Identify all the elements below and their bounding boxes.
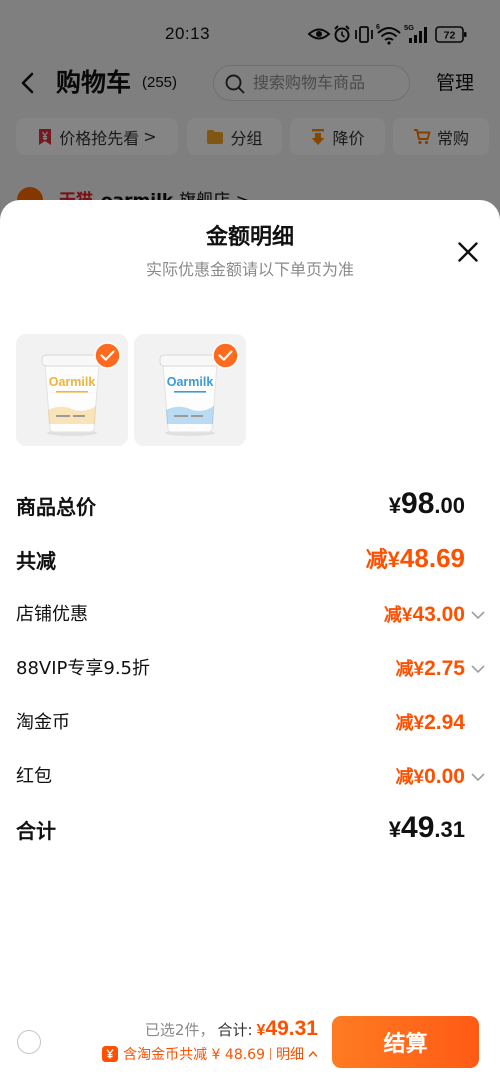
row-value: 减¥43.00 xyxy=(383,603,465,626)
coin-discount-text: 含淘金币共减 ¥ 48.69 xyxy=(123,1047,265,1063)
selected-check-icon xyxy=(94,342,121,369)
row-label: 共减 xyxy=(16,549,56,573)
row-total-discount: 共减 减¥48.69 xyxy=(16,541,485,581)
product-logo: Oarmilk xyxy=(167,375,214,389)
total-value: 49.31 xyxy=(265,1017,318,1040)
row-grand-total: 合计 ¥49.31 xyxy=(16,811,485,851)
close-icon[interactable] xyxy=(456,240,480,264)
footer-discount-note[interactable]: 含淘金币共减 ¥ 48.69 明细 xyxy=(102,1044,318,1064)
row-subtotal: 商品总价 ¥98.00 xyxy=(16,487,485,527)
row-label: 88VIP专享9.5折 xyxy=(16,658,151,679)
footer-summary: 已选2件， 合计: ¥49.31 xyxy=(145,1016,318,1044)
chevron-down-icon[interactable] xyxy=(471,610,485,620)
checkout-button[interactable]: 结算 xyxy=(332,1016,479,1068)
row-label: 合计 xyxy=(16,819,56,843)
chevron-down-icon[interactable] xyxy=(471,772,485,782)
row-label: 淘金币 xyxy=(16,712,70,733)
row-value: 减¥2.94 xyxy=(395,711,465,734)
total-label: 合计: xyxy=(217,1021,253,1039)
row-red-packet[interactable]: 红包 减¥0.00 xyxy=(16,757,485,797)
row-value: 减¥0.00 xyxy=(395,765,465,788)
row-value: ¥98.00 xyxy=(388,487,465,520)
row-vip-discount[interactable]: 88VIP专享9.5折 减¥2.75 xyxy=(16,649,485,689)
row-label: 商品总价 xyxy=(16,495,96,519)
chevron-down-icon[interactable] xyxy=(471,664,485,674)
coin-icon xyxy=(102,1046,119,1062)
chevron-up-icon[interactable] xyxy=(308,1050,318,1058)
sheet-subtitle: 实际优惠金额请以下单页为准 xyxy=(145,260,354,279)
row-coin-discount: 淘金币 减¥2.94 xyxy=(16,703,485,743)
product-thumbnail: Oarmilk xyxy=(16,334,128,446)
select-all-radio[interactable] xyxy=(17,1030,41,1054)
separator xyxy=(270,1048,271,1060)
amount-detail-sheet: 金额明细 实际优惠金额请以下单页为准 Oarmilk Oarmilk 商品总价 … xyxy=(0,200,500,1085)
sheet-title: 金额明细 xyxy=(205,225,294,250)
row-value: ¥49.31 xyxy=(388,811,465,844)
selected-check-icon xyxy=(212,342,239,369)
product-thumbnail: Oarmilk xyxy=(134,334,246,446)
product-logo: Oarmilk xyxy=(49,375,96,389)
row-value: 减¥2.75 xyxy=(395,657,465,680)
selected-count: 已选2件， xyxy=(144,1021,215,1039)
row-value: 减¥48.69 xyxy=(365,543,465,573)
detail-toggle[interactable]: 明细 xyxy=(276,1044,304,1064)
row-label: 店铺优惠 xyxy=(16,604,88,625)
row-store-discount[interactable]: 店铺优惠 减¥43.00 xyxy=(16,595,485,635)
row-label: 红包 xyxy=(16,766,52,787)
